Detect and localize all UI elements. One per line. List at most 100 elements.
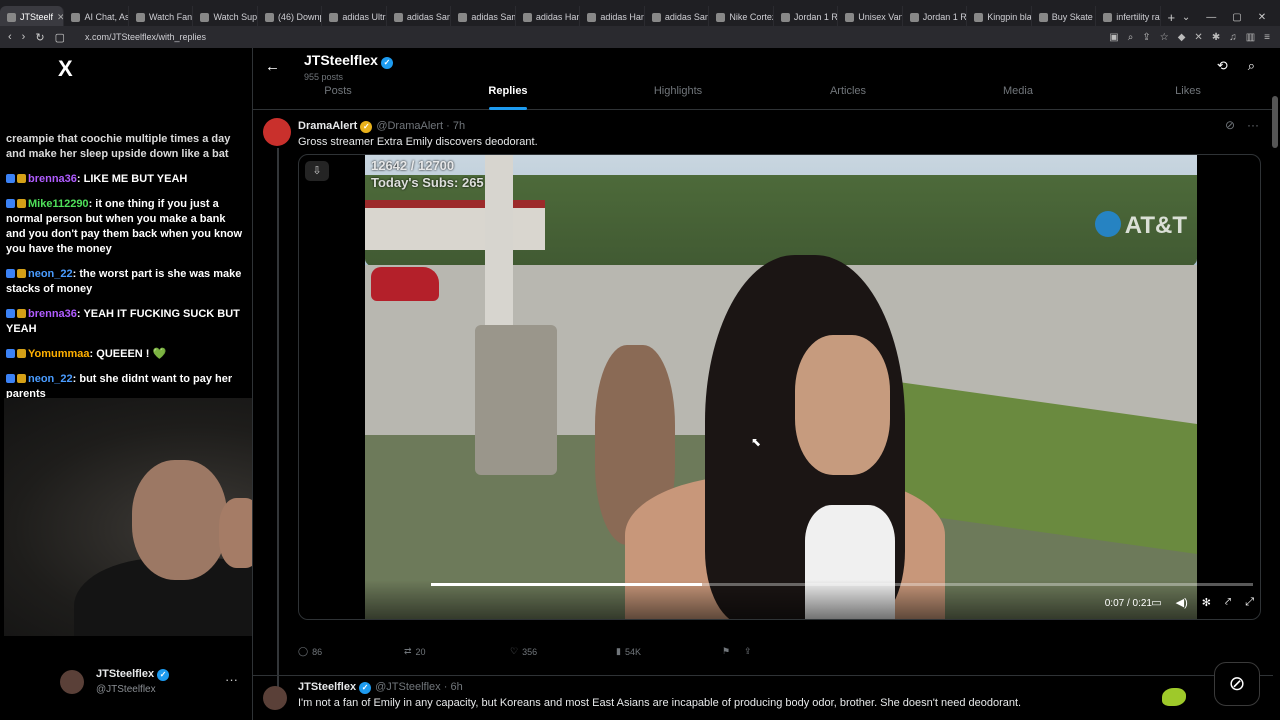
browser-tab[interactable]: infertility rate [1096,6,1161,28]
share-icon: ⇪ [744,646,752,656]
popout-icon[interactable]: ⤤ [1225,596,1231,609]
video-progress-bar[interactable] [431,583,1253,586]
account-switcher[interactable]: JTSteelflex ✓ @JTSteelflex ··· [58,664,248,704]
music-icon[interactable]: ♫ [1229,32,1237,43]
sidebar-icon[interactable]: ▥ [1246,32,1255,43]
x-extension-icon[interactable]: ✕ [1194,32,1202,43]
browser-tab[interactable]: AI Chat, Ask AI [64,6,129,28]
close-tab-icon[interactable]: ✕ [57,12,63,23]
tab-label: adidas Handb [535,12,579,22]
tab-favicon-icon [780,12,790,22]
tweet-actions: ◯ 86 ⇄ 20 ♡ 356 ▮ 54K ⚑ ⇪ [298,646,768,657]
browser-tab[interactable]: adidas Samba [645,6,710,28]
browser-tab[interactable]: (46) Downpou [258,6,323,28]
tab-articles[interactable]: Articles [763,82,933,110]
tweet-handle[interactable]: @DramaAlert · 7h [376,120,465,132]
close-icon[interactable]: ✕ [1258,12,1266,23]
new-tab-button[interactable]: + [1161,10,1182,25]
tweet[interactable]: DramaAlert ✓ @DramaAlert · 7h Gross stream… [253,110,1273,708]
grok-icon[interactable]: ⊘ [1225,118,1235,132]
streamer-head [132,460,227,580]
browser-tab[interactable]: Watch Fantasti [129,6,194,28]
reply-button[interactable]: ◯ 86 [298,646,404,657]
chat-username[interactable]: brenna36 [28,308,77,320]
avatar[interactable] [263,118,291,146]
browser-tab[interactable]: adidas Handb [516,6,581,28]
share-button[interactable]: ⇪ [744,646,766,657]
like-button[interactable]: ♡ 356 [510,646,616,657]
search-icon[interactable]: ⌕ [1248,58,1255,74]
browser-tab[interactable]: Jordan 1 Retro [774,6,839,28]
bookmark-icon[interactable]: ▢ [55,31,65,44]
browser-tab[interactable]: Kingpin black [967,6,1032,28]
zoom-icon[interactable]: ⌕ [1128,32,1134,43]
back-arrow-icon[interactable]: ← [265,58,280,75]
reload-icon[interactable]: ↻ [35,31,44,44]
browser-tab[interactable]: Buy Skate Sho [1032,6,1097,28]
chat-badge-icon [6,349,15,358]
browser-tab[interactable]: adidas Ultra B [322,6,387,28]
forward-arrow-icon[interactable]: › [22,31,26,44]
back-arrow-icon[interactable]: ‹ [8,31,12,44]
verified-badge-icon: ✓ [380,57,393,69]
tab-label: Jordan 1 Retro [922,12,967,22]
volume-icon[interactable]: ◀) [1176,596,1188,609]
tweet-author[interactable]: DramaAlert [298,120,357,132]
avatar[interactable] [263,686,287,710]
captions-icon[interactable]: ▭ [1151,596,1161,609]
tab-replies[interactable]: Replies [423,82,593,110]
chat-username[interactable]: Mike112290 [28,198,89,210]
browser-tab[interactable]: adidas Handb [580,6,645,28]
star-icon[interactable]: ☆ [1160,32,1169,43]
chat-messages: creampie that coochie multiple times a d… [6,132,246,412]
more-icon[interactable]: ··· [225,672,238,687]
tweet-author[interactable]: JTSteelflex [298,681,356,693]
more-icon[interactable]: ··· [1247,118,1259,132]
browser-tab[interactable]: adidas Samba [387,6,452,28]
extension-icon[interactable]: ▣ [1109,32,1118,43]
avatar [60,670,84,694]
url-field[interactable]: x.com/JTSteelflex/with_replies [85,32,206,42]
browser-tab[interactable]: Unisex Vans Ol [838,6,903,28]
tab-media[interactable]: Media [933,82,1103,110]
browser-tab[interactable]: JTSteelf ✕ [0,6,65,28]
tab-label: adidas Samba [664,12,708,22]
verified-badge-icon: ✓ [359,682,372,694]
download-icon[interactable]: ⇩ [305,161,329,181]
views-button[interactable]: ▮ 54K [616,646,722,657]
fullscreen-icon[interactable]: ⤢ [1245,596,1254,609]
menu-icon[interactable]: ≡ [1264,32,1270,43]
scrollbar[interactable] [1272,96,1278,148]
puzzle-icon[interactable]: ✱ [1212,32,1220,43]
tab-likes[interactable]: Likes [1103,82,1273,110]
tab-label: JTSteelf [20,12,54,22]
browser-tab[interactable]: Jordan 1 Retro [903,6,968,28]
window-controls: ⌄ — ▢ ✕ [1182,12,1280,23]
settings-gear-icon[interactable]: ✻ [1202,596,1211,609]
chevron-down-icon[interactable]: ⌄ [1182,12,1190,23]
reply-tweet[interactable]: JTSteelflex ✓ @JTSteelflex · 6h I'm not a … [253,675,1273,720]
browser-tab[interactable]: Nike Cortez Sl [709,6,774,28]
maximize-icon[interactable]: ▢ [1232,12,1241,23]
tab-highlights[interactable]: Highlights [593,82,763,110]
chat-badge-icon [17,269,26,278]
tweet-handle[interactable]: @JTSteelflex · 6h [375,681,463,693]
browser-tab[interactable]: Watch Superm [193,6,258,28]
x-logo-icon[interactable]: X [58,56,73,82]
chat-username[interactable]: neon_22 [28,268,73,280]
minimize-icon[interactable]: — [1206,12,1216,23]
browser-tab[interactable]: adidas Samba [451,6,516,28]
share-icon[interactable]: ⇪ [1142,32,1150,43]
tweet-video[interactable]: ⇩ 12642 / 12700 Today's Subs: 265 AT&T ⬉ [298,154,1261,620]
chat-username[interactable]: Yomummaa [28,348,90,360]
repost-button[interactable]: ⇄ 20 [404,646,510,657]
tab-posts[interactable]: Posts [253,82,423,110]
grok-button[interactable]: ⊘ [1214,662,1260,706]
chat-username[interactable]: brenna36 [28,173,77,185]
tab-favicon-icon [264,12,274,22]
bookmark-button[interactable]: ⚑ [722,646,744,657]
video-frame[interactable]: 12642 / 12700 Today's Subs: 265 AT&T ⬉ [365,155,1197,619]
chat-username[interactable]: neon_22 [28,373,73,385]
shield-icon[interactable]: ◆ [1178,32,1186,43]
refresh-icon[interactable]: ⟲ [1217,58,1228,74]
